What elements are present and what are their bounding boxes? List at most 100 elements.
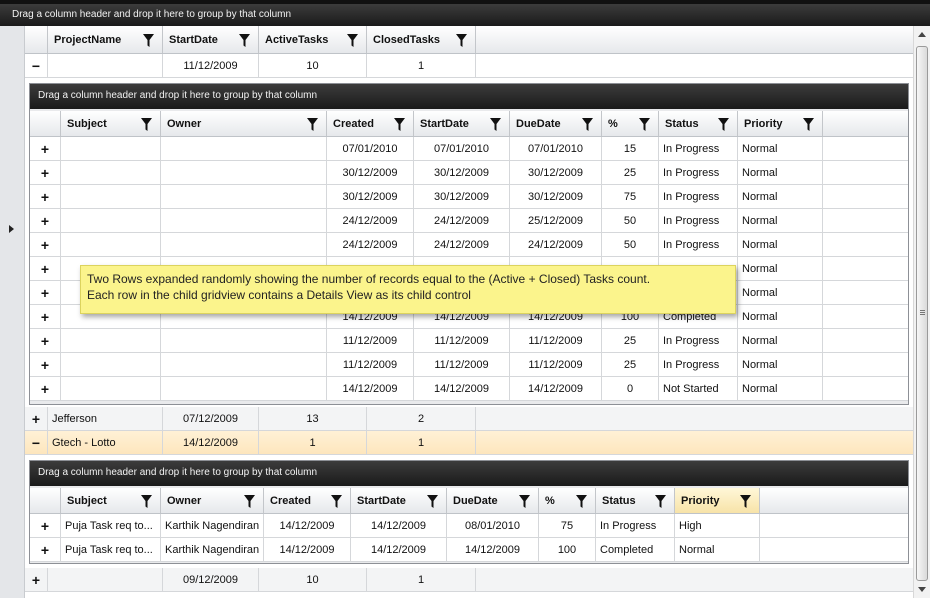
expand-row-button[interactable]: + [30, 329, 61, 352]
cell-status[interactable]: In Progress [596, 514, 675, 537]
cell-duedate[interactable]: 07/01/2010 [510, 137, 602, 160]
cell-subject[interactable]: Puja Task req to... [61, 514, 161, 537]
filter-icon[interactable] [576, 494, 587, 508]
cell-priority[interactable]: Normal [675, 538, 760, 561]
cell-startdate[interactable]: 09/12/2009 [163, 568, 259, 591]
cell-created[interactable]: 24/12/2009 [327, 209, 414, 232]
cell-percent[interactable]: 0 [602, 377, 659, 400]
cell-startdate[interactable]: 14/12/2009 [163, 431, 259, 454]
expand-row-button[interactable]: + [30, 233, 61, 256]
cell-startdate[interactable]: 30/12/2009 [414, 185, 510, 208]
cell-subject[interactable]: Puja Task req to... [61, 538, 161, 561]
cell-status[interactable]: In Progress [659, 161, 738, 184]
filter-icon[interactable] [394, 117, 405, 131]
expand-row-button[interactable]: + [30, 281, 61, 304]
cell-owner[interactable] [161, 209, 327, 232]
column-header-priority[interactable]: Priority [675, 488, 760, 513]
master-row[interactable]: + 09/12/2009 10 1 [25, 568, 913, 592]
column-header-activetasks[interactable]: ActiveTasks [259, 26, 367, 53]
cell-status[interactable]: In Progress [659, 137, 738, 160]
column-header-percent[interactable]: % [539, 488, 596, 513]
expand-row-button[interactable]: + [30, 514, 61, 537]
cell-created[interactable]: 14/12/2009 [264, 538, 351, 561]
cell-priority[interactable]: Normal [738, 257, 823, 280]
cell-closedtasks[interactable]: 1 [367, 54, 476, 77]
cell-startdate[interactable]: 14/12/2009 [351, 538, 447, 561]
cell-subject[interactable] [61, 329, 161, 352]
filter-icon[interactable] [143, 33, 154, 47]
column-header-subject[interactable]: Subject [61, 111, 161, 136]
cell-status[interactable]: In Progress [659, 233, 738, 256]
cell-closedtasks[interactable]: 1 [367, 568, 476, 591]
vertical-scrollbar[interactable] [913, 26, 930, 598]
cell-projectname[interactable] [48, 54, 163, 77]
column-header-created[interactable]: Created [327, 111, 414, 136]
filter-icon[interactable] [639, 117, 650, 131]
filter-icon[interactable] [718, 117, 729, 131]
column-header-status[interactable]: Status [659, 111, 738, 136]
cell-owner[interactable]: Karthik Nagendiran [161, 514, 264, 537]
cell-created[interactable]: 11/12/2009 [327, 329, 414, 352]
cell-projectname[interactable] [48, 568, 163, 591]
cell-owner[interactable] [161, 377, 327, 400]
column-header-status[interactable]: Status [596, 488, 675, 513]
master-row-selected[interactable]: − Gtech - Lotto 14/12/2009 1 1 [25, 431, 913, 455]
column-header-startdate[interactable]: StartDate [163, 26, 259, 53]
cell-priority[interactable]: High [675, 514, 760, 537]
column-header-owner[interactable]: Owner [161, 111, 327, 136]
cell-percent[interactable]: 75 [539, 514, 596, 537]
child-row[interactable]: + Puja Task req to... Karthik Nagendiran 14… [30, 514, 908, 538]
cell-status[interactable]: In Progress [659, 185, 738, 208]
cell-startdate[interactable]: 30/12/2009 [414, 161, 510, 184]
filter-icon[interactable] [582, 117, 593, 131]
filter-icon[interactable] [307, 117, 318, 131]
filter-icon[interactable] [490, 117, 501, 131]
cell-duedate[interactable]: 25/12/2009 [510, 209, 602, 232]
child-row[interactable]: +30/12/2009 30/12/2009 30/12/2009 25 In Prog… [30, 161, 908, 185]
cell-priority[interactable]: Normal [738, 305, 823, 328]
cell-duedate[interactable]: 14/12/2009 [447, 538, 539, 561]
cell-projectname[interactable]: Gtech - Lotto [48, 431, 163, 454]
cell-percent[interactable]: 75 [602, 185, 659, 208]
column-header-subject[interactable]: Subject [61, 488, 161, 513]
cell-priority[interactable]: Normal [738, 161, 823, 184]
cell-priority[interactable]: Normal [738, 377, 823, 400]
cell-duedate[interactable]: 14/12/2009 [510, 377, 602, 400]
filter-icon[interactable] [244, 494, 255, 508]
cell-percent[interactable]: 15 [602, 137, 659, 160]
cell-duedate[interactable]: 11/12/2009 [510, 353, 602, 376]
cell-priority[interactable]: Normal [738, 137, 823, 160]
cell-startdate[interactable]: 14/12/2009 [351, 514, 447, 537]
cell-owner[interactable]: Karthik Nagendiran [161, 538, 264, 561]
cell-startdate[interactable]: 07/12/2009 [163, 407, 259, 430]
expand-row-button[interactable]: + [30, 353, 61, 376]
cell-percent[interactable]: 25 [602, 329, 659, 352]
cell-startdate[interactable]: 11/12/2009 [414, 353, 510, 376]
cell-percent[interactable]: 50 [602, 209, 659, 232]
cell-startdate[interactable]: 11/12/2009 [414, 329, 510, 352]
scroll-down-arrow-icon[interactable] [918, 587, 926, 592]
cell-priority[interactable]: Normal [738, 329, 823, 352]
column-header-owner[interactable]: Owner [161, 488, 264, 513]
filter-icon[interactable] [803, 117, 814, 131]
child-row[interactable]: +14/12/2009 14/12/2009 14/12/2009 0 Not Star… [30, 377, 908, 401]
column-header-startdate[interactable]: StartDate [414, 111, 510, 136]
expand-row-button[interactable]: + [30, 538, 61, 561]
column-header-closedtasks[interactable]: ClosedTasks [367, 26, 476, 53]
expand-row-button[interactable]: + [30, 209, 61, 232]
cell-created[interactable]: 30/12/2009 [327, 161, 414, 184]
cell-percent[interactable]: 25 [602, 161, 659, 184]
cell-subject[interactable] [61, 353, 161, 376]
expand-row-button[interactable]: + [30, 377, 61, 400]
cell-subject[interactable] [61, 233, 161, 256]
filter-icon[interactable] [141, 494, 152, 508]
child-row[interactable]: +24/12/2009 24/12/2009 24/12/2009 50 In Prog… [30, 233, 908, 257]
cell-startdate[interactable]: 24/12/2009 [414, 233, 510, 256]
column-header-duedate[interactable]: DueDate [510, 111, 602, 136]
expand-row-button[interactable]: + [25, 568, 48, 591]
child-row[interactable]: +24/12/2009 24/12/2009 25/12/2009 50 In Prog… [30, 209, 908, 233]
cell-duedate[interactable]: 11/12/2009 [510, 329, 602, 352]
cell-owner[interactable] [161, 233, 327, 256]
cell-owner[interactable] [161, 185, 327, 208]
cell-projectname[interactable]: Jefferson [48, 407, 163, 430]
